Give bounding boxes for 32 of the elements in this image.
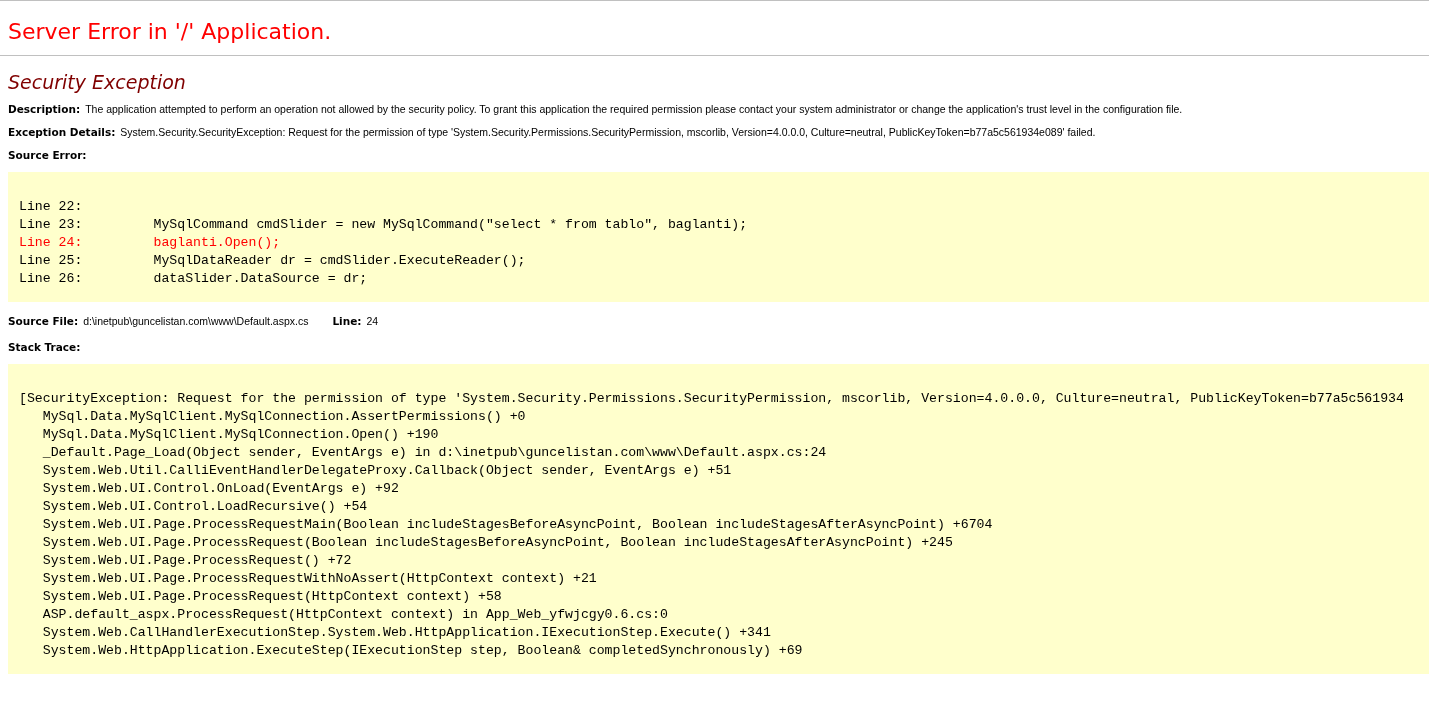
section-label: Stack Trace: [8, 341, 81, 353]
field-label: Exception Details: [8, 126, 116, 138]
stack-line: System.Web.UI.Page.ProcessRequest(HttpContext context) +58 [41, 588, 502, 606]
stack-line: MySql.Data.MySqlClient.MySqlConnection.Open() +190 [41, 426, 439, 444]
line-number: 24 [366, 315, 379, 327]
stack-line: System.Web.UI.Page.ProcessRequest(Boolean includeStagesBeforeAsyncPoint, Boolean includeStagesAfterAsyncPoint) +245 [41, 534, 953, 552]
stack-line: ASP.default_aspx.ProcessRequest(HttpContext context) in App_Web_yfwjcgy0.6.cs:0 [41, 606, 668, 624]
stack-line: System.Web.UI.Page.ProcessRequestWithNoAssert(HttpContext context) +21 [41, 570, 597, 588]
file-path: d:\inetpub\guncelistan.com\www\Default.aspx.cs [83, 315, 309, 327]
stack-line: [SecurityException: Request for the permission of type 'System.Security.Permissions.SecurityPermission, mscorlib, Version=4.0.0.0, Culture=neutral, PublicKeyToken=b77a5c561934 [19, 390, 1404, 408]
stack-line: System.Web.UI.Control.OnLoad(EventArgs e) +92 [41, 480, 399, 498]
exception-text: System.Security.SecurityException: Request for the permission of type 'System.Security.Permissions.SecurityPermission, mscorlib, Version=4.0.0.0, Culture=neutral, PublicKeyToken=b77a5c561934e089' failed. [120, 126, 1096, 138]
section-label: Source Error: [8, 149, 87, 161]
code-line: Line 26: dataSlider.DataSource = dr; [19, 270, 368, 288]
stack-line: System.Web.Util.CalliEventHandlerDelegateProxy.Callback(Object sender, EventArgs e) +51 [41, 462, 732, 480]
code-line: Line 24: baglanti.Open(); [19, 234, 281, 252]
stack-line: System.Web.UI.Page.ProcessRequestMain(Boolean includeStagesBeforeAsyncPoint, Boolean includeStagesAfterAsyncPoint) +6704 [41, 516, 993, 534]
field-label: Line: [332, 315, 362, 327]
error-heading: Security Exception [8, 70, 187, 95]
page-title: Server Error in '/' Application. [8, 18, 333, 46]
code-line: Line 23: MySqlCommand cmdSlider = new MySqlCommand("select * from tablo", baglanti); [19, 216, 748, 234]
stack-line: System.Web.HttpApplication.ExecuteStep(IExecutionStep step, Boolean& completedSynchronously) +69 [41, 642, 803, 660]
stack-line: System.Web.UI.Control.LoadRecursive() +54 [41, 498, 368, 516]
stack-line: System.Web.CallHandlerExecutionStep.System.Web.HttpApplication.IExecutionStep.Execute() +341 [41, 624, 771, 642]
code-line: Line 22: [19, 198, 83, 216]
code-line: Line 25: MySqlDataReader dr = cmdSlider.ExecuteReader(); [19, 252, 526, 270]
stack-line: _Default.Page_Load(Object sender, EventArgs e) in d:\inetpub\guncelistan.com\www\Default.aspx.cs:24 [41, 444, 827, 462]
stack-line: System.Web.UI.Page.ProcessRequest() +72 [41, 552, 352, 570]
description-text: The application attempted to perform an operation not allowed by the security policy. To grant this application the required permission please contact your system administrator or change the application's trust level in the configuration file. [85, 103, 1183, 115]
field-label: Description: [8, 103, 81, 115]
stack-line: MySql.Data.MySqlClient.MySqlConnection.AssertPermissions() +0 [41, 408, 526, 426]
field-label: Source File: [8, 315, 79, 327]
